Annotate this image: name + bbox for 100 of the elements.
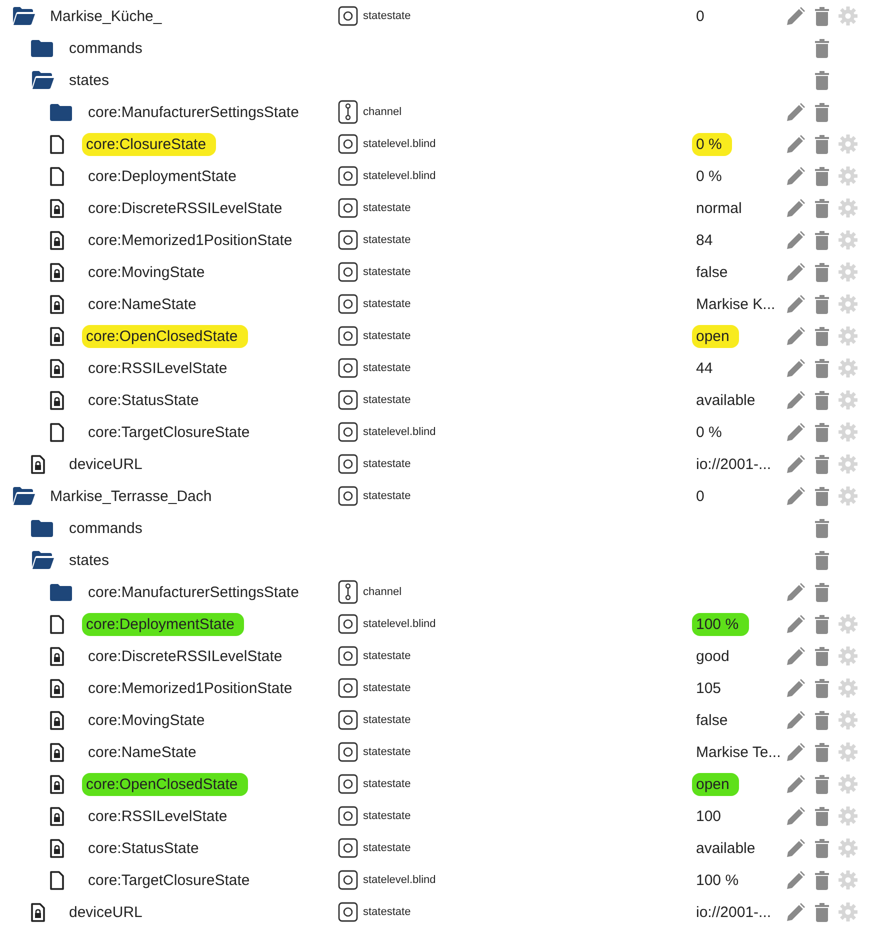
object-name[interactable]: core:Memorized1PositionState [86,230,294,250]
object-name[interactable]: commands [67,518,144,538]
edit-icon[interactable] [787,839,805,857]
edit-icon[interactable] [787,647,805,665]
object-name[interactable]: core:RSSILevelState [86,806,230,826]
delete-icon[interactable] [815,710,829,730]
folder-icon[interactable] [50,104,72,120]
delete-icon[interactable] [815,582,829,602]
delete-icon[interactable] [815,550,829,570]
edit-icon[interactable] [787,871,805,889]
object-value[interactable]: 100 [696,806,722,826]
object-value[interactable]: 0 % [692,132,732,156]
delete-icon[interactable] [815,390,829,410]
delete-icon[interactable] [815,166,829,186]
edit-icon[interactable] [787,231,805,249]
object-value[interactable]: open [692,772,740,796]
object-value[interactable]: Markise K... [696,294,776,314]
object-name[interactable]: core:ManufacturerSettingsState [86,582,301,602]
folder-icon[interactable] [31,520,53,536]
edit-icon[interactable] [787,583,805,601]
delete-icon[interactable] [815,294,829,314]
edit-icon[interactable] [787,327,805,345]
object-name[interactable]: core:DeploymentState [82,612,244,636]
edit-icon[interactable] [787,807,805,825]
delete-icon[interactable] [815,678,829,698]
object-name[interactable]: states [67,70,112,90]
object-value[interactable]: 100 % [696,870,739,890]
edit-icon[interactable] [787,359,805,377]
object-name[interactable]: core:NameState [86,294,198,314]
edit-icon[interactable] [787,167,805,185]
object-value[interactable]: 0 % [696,422,722,442]
delete-icon[interactable] [815,102,829,122]
edit-icon[interactable] [787,679,805,697]
folder-icon[interactable] [50,584,72,600]
object-value[interactable]: false [696,710,728,730]
object-name[interactable]: core:DeploymentState [86,166,238,186]
open-folder-icon[interactable] [12,7,36,25]
delete-icon[interactable] [815,134,829,154]
delete-icon[interactable] [815,358,829,378]
folder-icon[interactable] [31,40,53,56]
delete-icon[interactable] [815,742,829,762]
object-name[interactable]: core:ClosureState [82,132,216,156]
object-value[interactable]: 0 % [696,166,722,186]
delete-icon[interactable] [815,326,829,346]
delete-icon[interactable] [815,518,829,538]
edit-icon[interactable] [787,7,805,25]
object-value[interactable]: 105 [696,678,722,698]
object-name[interactable]: core:NameState [86,742,198,762]
object-name[interactable]: core:ManufacturerSettingsState [86,102,301,122]
edit-icon[interactable] [787,711,805,729]
object-value[interactable]: 0 [696,6,704,26]
edit-icon[interactable] [787,487,805,505]
object-value[interactable]: false [696,262,728,282]
object-value[interactable]: io://2001-... [696,454,772,474]
delete-icon[interactable] [815,646,829,666]
object-name[interactable]: core:StatusState [86,838,201,858]
object-value[interactable]: 100 % [692,612,749,636]
edit-icon[interactable] [787,295,805,313]
delete-icon[interactable] [815,486,829,506]
delete-icon[interactable] [815,38,829,58]
object-value[interactable]: normal [696,198,742,218]
delete-icon[interactable] [815,262,829,282]
object-value[interactable]: Markise Te... [696,742,781,762]
delete-icon[interactable] [815,902,829,922]
object-name[interactable]: core:Memorized1PositionState [86,678,294,698]
edit-icon[interactable] [787,199,805,217]
object-name[interactable]: commands [67,38,144,58]
object-name[interactable]: Markise_Terrasse_Dach [48,486,214,506]
open-folder-icon[interactable] [31,551,55,569]
edit-icon[interactable] [787,903,805,921]
delete-icon[interactable] [815,870,829,890]
edit-icon[interactable] [787,775,805,793]
object-name[interactable]: deviceURL [67,454,144,474]
object-value[interactable]: io://2001-... [696,902,772,922]
object-name[interactable]: deviceURL [67,902,144,922]
delete-icon[interactable] [815,198,829,218]
delete-icon[interactable] [815,6,829,26]
edit-icon[interactable] [787,135,805,153]
delete-icon[interactable] [815,422,829,442]
delete-icon[interactable] [815,454,829,474]
object-name[interactable]: Markise_Küche_ [48,6,164,26]
delete-icon[interactable] [815,838,829,858]
object-value[interactable]: available [696,390,756,410]
object-name[interactable]: core:DiscreteRSSILevelState [86,198,284,218]
object-name[interactable]: core:TargetClosureState [86,870,252,890]
delete-icon[interactable] [815,70,829,90]
object-value[interactable]: open [692,324,740,348]
object-value[interactable]: good [696,646,730,666]
object-name[interactable]: core:DiscreteRSSILevelState [86,646,284,666]
open-folder-icon[interactable] [31,71,55,89]
delete-icon[interactable] [815,614,829,634]
object-value[interactable]: 84 [696,230,713,250]
edit-icon[interactable] [787,615,805,633]
object-name[interactable]: core:TargetClosureState [86,422,252,442]
delete-icon[interactable] [815,230,829,250]
object-value[interactable]: 0 [696,486,704,506]
edit-icon[interactable] [787,103,805,121]
object-name[interactable]: core:OpenClosedState [82,324,248,348]
object-name[interactable]: core:RSSILevelState [86,358,230,378]
object-value[interactable]: 44 [696,358,713,378]
